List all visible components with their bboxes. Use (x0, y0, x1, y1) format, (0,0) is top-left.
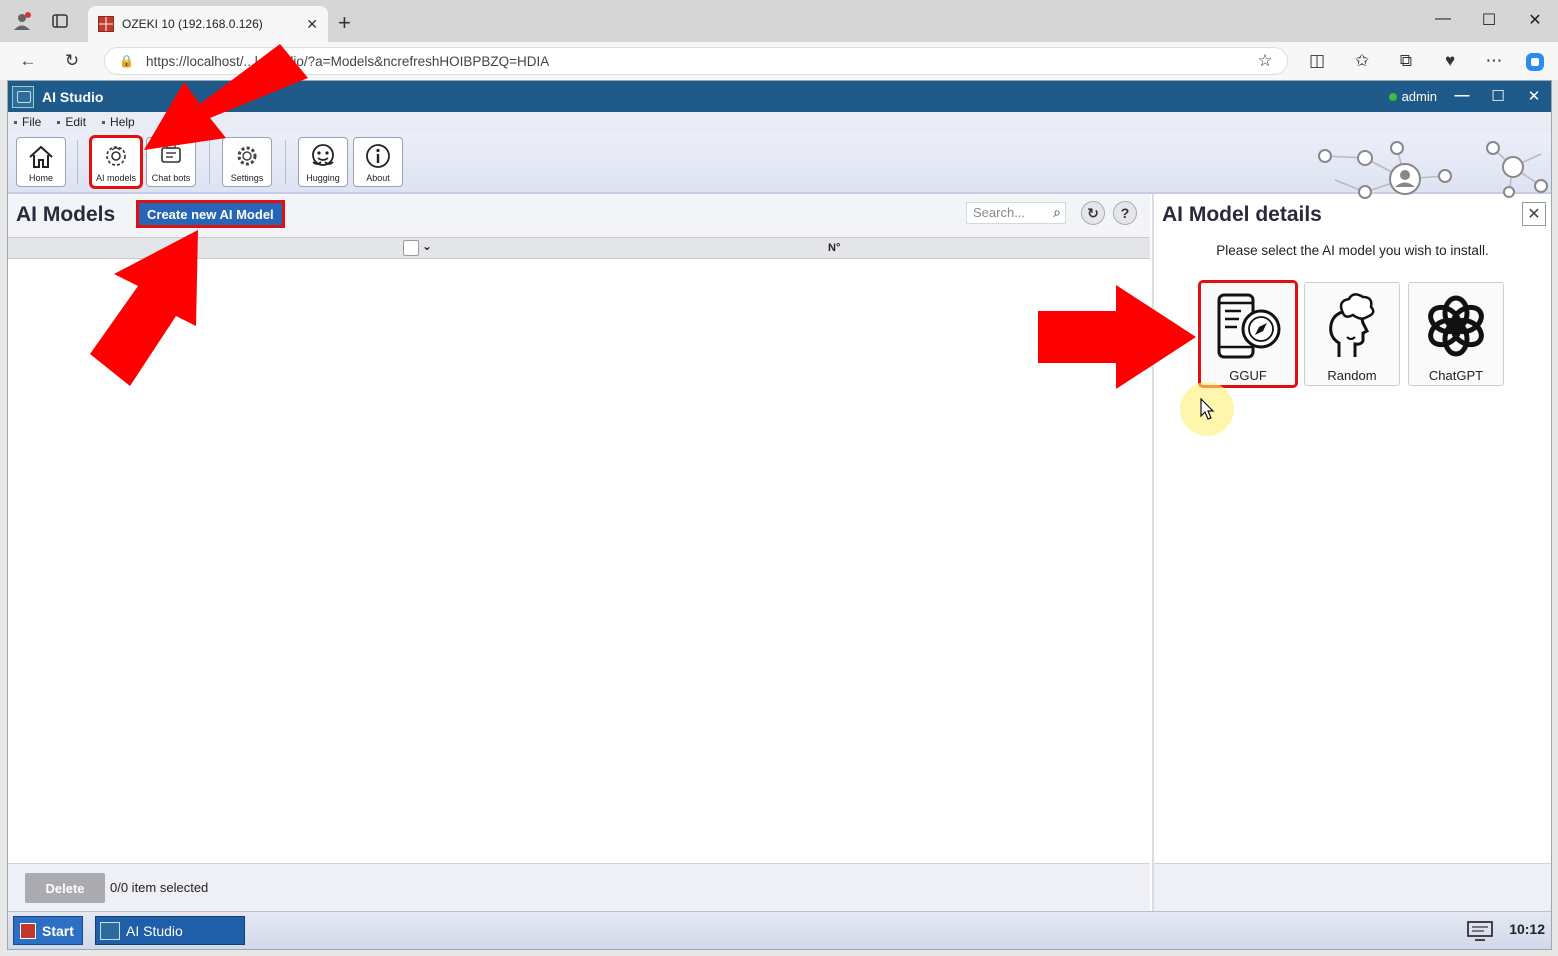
new-tab-icon[interactable]: + (338, 10, 351, 36)
menu-file[interactable]: File (14, 115, 41, 129)
start-icon (20, 922, 36, 939)
lock-icon: 🔒 (119, 54, 134, 68)
online-status-icon (1388, 92, 1397, 101)
chevron-down-icon[interactable]: ⌄ (422, 239, 432, 253)
openai-logo-icon (1428, 295, 1484, 357)
user-name: admin (1401, 89, 1437, 104)
selected-count: 0/0 item selected (110, 880, 209, 895)
ozeki-favicon-icon (98, 16, 114, 32)
more-menu-icon[interactable]: ⋯ (1482, 51, 1506, 71)
close-details-icon[interactable]: ✕ (1522, 202, 1546, 226)
home-button[interactable]: Home (16, 137, 66, 187)
menu-edit[interactable]: Edit (57, 115, 86, 129)
settings-button-label: Settings (230, 173, 264, 183)
app-maximize-icon[interactable]: ☐ (1487, 87, 1509, 105)
mouse-cursor-icon (1200, 398, 1215, 420)
user-indicator[interactable]: admin (1388, 89, 1437, 104)
ai-studio-app-icon (12, 85, 34, 108)
about-button[interactable]: About (353, 137, 403, 187)
ai-models-icon (106, 146, 126, 166)
profile-icon[interactable] (10, 9, 34, 33)
close-tab-icon[interactable]: ✕ (306, 16, 318, 33)
tab-actions-icon[interactable] (48, 9, 72, 33)
details-instruction: Please select the AI model you wish to i… (1216, 243, 1489, 258)
home-button-label: Home (28, 173, 53, 183)
minimize-window-icon[interactable]: — (1428, 10, 1458, 28)
annotation-arrow-icon (144, 44, 308, 150)
model-card-label: Random (1327, 368, 1377, 383)
ai-models-button-label: AI models (95, 173, 137, 183)
taskbar: Start AI Studio 10:12 (8, 911, 1551, 949)
model-card-chatgpt[interactable]: ChatGPT (1408, 282, 1504, 386)
split-screen-icon[interactable]: ◫ (1305, 51, 1329, 71)
search-placeholder: Search... (973, 205, 1026, 220)
start-button[interactable]: Start (13, 916, 83, 945)
create-new-ai-model-button[interactable]: Create new AI Model (136, 200, 285, 228)
browser-tab-title: OZEKI 10 (192.168.0.126) (122, 17, 263, 31)
favorites-icon[interactable]: ✩ (1350, 51, 1374, 71)
model-card-gguf[interactable]: GGUF (1198, 280, 1298, 388)
taskbar-app-ai-studio[interactable]: AI Studio (95, 916, 245, 945)
annotation-arrow-icon (90, 230, 198, 386)
delete-button[interactable]: Delete (25, 873, 105, 903)
home-icon (29, 145, 53, 168)
search-icon[interactable]: ⌕ (1053, 204, 1061, 221)
ai-models-button[interactable]: AI models (89, 135, 143, 189)
maximize-window-icon[interactable]: ☐ (1474, 10, 1504, 30)
model-card-label: GGUF (1229, 368, 1267, 383)
menu-help[interactable]: Help (102, 115, 135, 129)
refresh-icon[interactable]: ↻ (1081, 201, 1105, 225)
start-button-label: Start (42, 922, 74, 939)
info-icon (366, 144, 390, 168)
ai-models-footer: Delete 0/0 item selected (8, 863, 1150, 911)
page-title: AI Models (16, 203, 116, 226)
back-icon[interactable]: ← (16, 51, 40, 71)
phone-compass-icon (1217, 293, 1281, 359)
chat-bots-button-label: Chat bots (151, 173, 191, 183)
details-footer (1154, 863, 1551, 911)
hugging-button-label: Hugging (306, 173, 340, 183)
app-window: AI Studio admin — ☐ ✕ File Edit Help Hom… (7, 80, 1552, 950)
column-header-number[interactable]: N° (828, 242, 840, 254)
collections-icon[interactable]: ⧉ (1394, 51, 1418, 71)
extensions-icon[interactable]: ♥ (1438, 51, 1462, 71)
app-minimize-icon[interactable]: — (1451, 87, 1473, 104)
clock: 10:12 (1509, 921, 1545, 937)
about-button-label: About (366, 173, 390, 183)
help-icon[interactable]: ? (1113, 201, 1137, 225)
reload-icon[interactable]: ↻ (60, 51, 84, 71)
app-close-icon[interactable]: ✕ (1523, 87, 1545, 105)
close-window-icon[interactable]: ✕ (1520, 10, 1550, 30)
copilot-icon[interactable] (1523, 51, 1547, 78)
taskbar-app-label: AI Studio (126, 922, 183, 939)
favorite-star-icon[interactable]: ☆ (1253, 51, 1277, 71)
ai-studio-app-icon (100, 921, 120, 940)
ai-model-details-panel: AI Model details ✕ Please select the AI … (1152, 194, 1551, 911)
annotation-arrow-icon (1038, 285, 1196, 389)
select-all-checkbox[interactable] (403, 240, 419, 256)
browser-tab[interactable]: OZEKI 10 (192.168.0.126) ✕ (88, 6, 328, 42)
monitor-icon[interactable] (1467, 921, 1493, 941)
thinking-head-icon (1329, 293, 1375, 357)
toolbar-divider (77, 140, 78, 184)
details-title: AI Model details (1162, 203, 1322, 226)
model-card-random[interactable]: Random (1304, 282, 1400, 386)
search-input[interactable]: Search... ⌕ (966, 202, 1066, 224)
app-title: AI Studio (42, 88, 104, 105)
browser-tab-bar: OZEKI 10 (192.168.0.126) ✕ + — ☐ ✕ (0, 0, 1558, 42)
model-card-label: ChatGPT (1428, 368, 1484, 383)
